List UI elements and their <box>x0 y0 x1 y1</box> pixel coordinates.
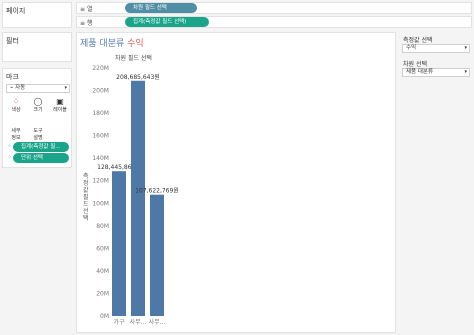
size-label: 크기 <box>33 107 43 113</box>
tooltip-label: 도구 설명 <box>33 128 43 141</box>
detail-mark-icon: ⁘ <box>7 154 13 161</box>
dimension-param-title: 차원 선택 <box>403 61 427 68</box>
y-tick-label: 80M <box>96 223 109 230</box>
pages-title: 페이지 <box>6 7 26 15</box>
mark-type-value: 자동 <box>15 85 26 91</box>
y-tick-label: 160M <box>92 133 109 140</box>
x-tick-label: 사무... <box>130 318 147 326</box>
chevron-down-icon: ▾ <box>64 85 67 91</box>
rows-shelf-label: ≡ 행 <box>80 20 93 27</box>
dimension-param-value: 제품 대분류 <box>406 69 434 75</box>
label-icon: ▣ <box>56 97 64 106</box>
marks-panel: 마크 ⌁ 자동 ▾ ⁘ 색상 ◯ 크기 ▣ 레이블 세부 정보 도구 설명 ⁘ … <box>2 68 72 168</box>
rows-shelf: ≡ 행 집계(측정값 필드 선택) <box>76 16 472 28</box>
label-button[interactable]: ▣ 레이블 <box>50 97 70 113</box>
y-tick-label: 180M <box>92 110 109 117</box>
mark-pill-unit[interactable]: 단위 선택 <box>13 153 69 163</box>
size-button[interactable]: ◯ 크기 <box>28 97 48 113</box>
bar-data-label: 208,685,643원 <box>116 73 160 81</box>
bar-chart: 0M 20M 40M 60M 80M 100M 120M 140M 160M 180M 200M 22… <box>92 65 179 326</box>
y-tick-label: 100M <box>92 200 109 207</box>
x-tick-label: 가구 <box>113 318 125 326</box>
detail-label: 세부 정보 <box>11 128 21 141</box>
label-label: 레이블 <box>53 107 67 113</box>
mark-type-select[interactable]: ⌁ 자동 ▾ <box>6 84 70 93</box>
bar[interactable] <box>112 171 126 316</box>
y-tick-label: 220M <box>92 65 109 72</box>
columns-shelf-label: ≡ 열 <box>80 6 93 13</box>
view-panel: 제품 대분류 수익 차원 필드 선택 측정값 필드 선택 0M 20M 40M 60M… <box>76 32 396 333</box>
columns-shelf: ≡ 열 차원 필드 선택 <box>76 2 472 14</box>
measure-param-value: 수익 <box>406 45 417 51</box>
pages-panel: 페이지 <box>2 2 72 28</box>
measure-param-title: 측정값 선택 <box>403 37 433 44</box>
columns-pill[interactable]: 차원 필드 선택 <box>125 3 197 13</box>
y-tick-label: 0M <box>100 313 109 320</box>
detail-button[interactable]: 세부 정보 <box>6 121 26 141</box>
y-tick-label: 40M <box>96 268 109 275</box>
filters-title: 필터 <box>6 37 19 45</box>
parameter-panel: 측정값 선택 수익 ▾ 차원 선택 제품 대분류 ▾ <box>400 32 472 92</box>
marks-title: 마크 <box>6 73 19 81</box>
chevron-down-icon: ▾ <box>464 45 467 51</box>
color-icon: ⁘ <box>12 97 20 106</box>
y-tick-label: 120M <box>92 178 109 185</box>
dimension-param-select[interactable]: 제품 대분류 ▾ <box>402 68 470 77</box>
mark-pill-measure[interactable]: 집계(측정값 필... <box>13 142 69 152</box>
y-tick-label: 200M <box>92 88 109 95</box>
color-label: 색상 <box>11 107 21 113</box>
bar[interactable] <box>150 194 164 316</box>
bar-data-label: 107,622,769원 <box>135 187 179 195</box>
x-tick-label: 사무... <box>149 318 166 326</box>
measure-param-select[interactable]: 수익 ▾ <box>402 44 470 53</box>
color-button[interactable]: ⁘ 색상 <box>6 97 26 113</box>
y-tick-label: 60M <box>96 245 109 252</box>
y-tick-label: 20M <box>96 290 109 297</box>
rows-pill[interactable]: 집계(측정값 필드 선택) <box>125 17 209 27</box>
size-icon: ◯ <box>33 97 43 106</box>
color-mark-icon: ⁘ <box>7 143 13 150</box>
y-tick-label: 140M <box>92 155 109 162</box>
chevron-down-icon: ▾ <box>464 69 467 75</box>
tooltip-button[interactable]: 도구 설명 <box>28 121 48 141</box>
filters-panel: 필터 <box>2 32 72 62</box>
bar[interactable] <box>131 80 145 316</box>
